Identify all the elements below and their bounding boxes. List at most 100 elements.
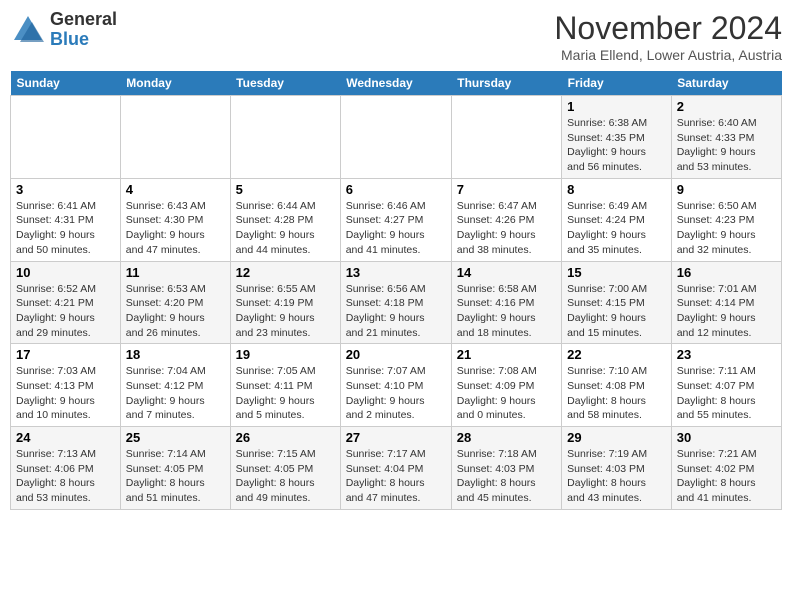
- location-subtitle: Maria Ellend, Lower Austria, Austria: [554, 47, 782, 63]
- calendar-table: SundayMondayTuesdayWednesdayThursdayFrid…: [10, 71, 782, 510]
- day-number: 19: [236, 347, 335, 362]
- logo-line2: Blue: [50, 30, 117, 50]
- week-row-2: 3 Sunrise: 6:41 AM Sunset: 4:31 PM Daylig…: [11, 178, 782, 261]
- day-number: 18: [126, 347, 225, 362]
- day-info: Sunrise: 6:44 AM Sunset: 4:28 PM Dayligh…: [236, 199, 335, 258]
- day-number: 3: [16, 182, 115, 197]
- day-number: 24: [16, 430, 115, 445]
- calendar-cell: 24 Sunrise: 7:13 AM Sunset: 4:06 PM Dayli…: [11, 427, 121, 510]
- calendar-cell: 12 Sunrise: 6:55 AM Sunset: 4:19 PM Dayli…: [230, 261, 340, 344]
- day-info: Sunrise: 6:40 AM Sunset: 4:33 PM Dayligh…: [677, 116, 776, 175]
- day-info: Sunrise: 6:58 AM Sunset: 4:16 PM Dayligh…: [457, 282, 556, 341]
- day-number: 16: [677, 265, 776, 280]
- day-info: Sunrise: 6:49 AM Sunset: 4:24 PM Dayligh…: [567, 199, 666, 258]
- day-info: Sunrise: 6:56 AM Sunset: 4:18 PM Dayligh…: [346, 282, 446, 341]
- weekday-header-wednesday: Wednesday: [340, 71, 451, 96]
- calendar-cell: 23 Sunrise: 7:11 AM Sunset: 4:07 PM Dayli…: [671, 344, 781, 427]
- calendar-cell: 22 Sunrise: 7:10 AM Sunset: 4:08 PM Dayli…: [562, 344, 672, 427]
- day-number: 26: [236, 430, 335, 445]
- day-number: 10: [16, 265, 115, 280]
- weekday-header-row: SundayMondayTuesdayWednesdayThursdayFrid…: [11, 71, 782, 96]
- calendar-cell: [340, 96, 451, 179]
- day-number: 25: [126, 430, 225, 445]
- day-number: 2: [677, 99, 776, 114]
- calendar-cell: 30 Sunrise: 7:21 AM Sunset: 4:02 PM Dayli…: [671, 427, 781, 510]
- day-number: 9: [677, 182, 776, 197]
- day-info: Sunrise: 6:47 AM Sunset: 4:26 PM Dayligh…: [457, 199, 556, 258]
- day-number: 22: [567, 347, 666, 362]
- calendar-cell: 25 Sunrise: 7:14 AM Sunset: 4:05 PM Dayli…: [120, 427, 230, 510]
- weekday-header-sunday: Sunday: [11, 71, 121, 96]
- day-info: Sunrise: 6:53 AM Sunset: 4:20 PM Dayligh…: [126, 282, 225, 341]
- calendar-cell: 13 Sunrise: 6:56 AM Sunset: 4:18 PM Dayli…: [340, 261, 451, 344]
- day-number: 21: [457, 347, 556, 362]
- calendar-cell: 17 Sunrise: 7:03 AM Sunset: 4:13 PM Dayli…: [11, 344, 121, 427]
- day-info: Sunrise: 7:03 AM Sunset: 4:13 PM Dayligh…: [16, 364, 115, 423]
- day-number: 30: [677, 430, 776, 445]
- day-info: Sunrise: 7:04 AM Sunset: 4:12 PM Dayligh…: [126, 364, 225, 423]
- calendar-cell: 7 Sunrise: 6:47 AM Sunset: 4:26 PM Daylig…: [451, 178, 561, 261]
- day-info: Sunrise: 6:52 AM Sunset: 4:21 PM Dayligh…: [16, 282, 115, 341]
- calendar-cell: 2 Sunrise: 6:40 AM Sunset: 4:33 PM Daylig…: [671, 96, 781, 179]
- day-info: Sunrise: 7:05 AM Sunset: 4:11 PM Dayligh…: [236, 364, 335, 423]
- week-row-1: 1 Sunrise: 6:38 AM Sunset: 4:35 PM Daylig…: [11, 96, 782, 179]
- day-info: Sunrise: 7:18 AM Sunset: 4:03 PM Dayligh…: [457, 447, 556, 506]
- calendar-cell: 9Sunrise: 6:50 AM Sunset: 4:23 PM Daylig…: [671, 178, 781, 261]
- day-info: Sunrise: 7:21 AM Sunset: 4:02 PM Dayligh…: [677, 447, 776, 506]
- calendar-cell: 29 Sunrise: 7:19 AM Sunset: 4:03 PM Dayli…: [562, 427, 672, 510]
- calendar-cell: 5Sunrise: 6:44 AM Sunset: 4:28 PM Daylig…: [230, 178, 340, 261]
- day-info: Sunrise: 6:38 AM Sunset: 4:35 PM Dayligh…: [567, 116, 666, 175]
- day-info: Sunrise: 7:00 AM Sunset: 4:15 PM Dayligh…: [567, 282, 666, 341]
- calendar-cell: 20Sunrise: 7:07 AM Sunset: 4:10 PM Dayli…: [340, 344, 451, 427]
- weekday-header-monday: Monday: [120, 71, 230, 96]
- day-info: Sunrise: 7:10 AM Sunset: 4:08 PM Dayligh…: [567, 364, 666, 423]
- calendar-cell: 3 Sunrise: 6:41 AM Sunset: 4:31 PM Daylig…: [11, 178, 121, 261]
- week-row-5: 24 Sunrise: 7:13 AM Sunset: 4:06 PM Dayli…: [11, 427, 782, 510]
- calendar-cell: 4 Sunrise: 6:43 AM Sunset: 4:30 PM Daylig…: [120, 178, 230, 261]
- day-info: Sunrise: 7:13 AM Sunset: 4:06 PM Dayligh…: [16, 447, 115, 506]
- day-info: Sunrise: 7:11 AM Sunset: 4:07 PM Dayligh…: [677, 364, 776, 423]
- calendar-cell: 1 Sunrise: 6:38 AM Sunset: 4:35 PM Daylig…: [562, 96, 672, 179]
- day-info: Sunrise: 7:08 AM Sunset: 4:09 PM Dayligh…: [457, 364, 556, 423]
- day-info: Sunrise: 6:46 AM Sunset: 4:27 PM Dayligh…: [346, 199, 446, 258]
- calendar-cell: [120, 96, 230, 179]
- day-info: Sunrise: 6:43 AM Sunset: 4:30 PM Dayligh…: [126, 199, 225, 258]
- title-section: November 2024 Maria Ellend, Lower Austri…: [554, 10, 782, 63]
- weekday-header-thursday: Thursday: [451, 71, 561, 96]
- day-number: 28: [457, 430, 556, 445]
- calendar-cell: 15 Sunrise: 7:00 AM Sunset: 4:15 PM Dayli…: [562, 261, 672, 344]
- page-header: General Blue November 2024 Maria Ellend,…: [10, 10, 782, 63]
- calendar-cell: 18 Sunrise: 7:04 AM Sunset: 4:12 PM Dayli…: [120, 344, 230, 427]
- day-number: 12: [236, 265, 335, 280]
- day-number: 23: [677, 347, 776, 362]
- day-number: 14: [457, 265, 556, 280]
- calendar-cell: 27Sunrise: 7:17 AM Sunset: 4:04 PM Dayli…: [340, 427, 451, 510]
- day-number: 4: [126, 182, 225, 197]
- calendar-cell: 14 Sunrise: 6:58 AM Sunset: 4:16 PM Dayli…: [451, 261, 561, 344]
- calendar-cell: [451, 96, 561, 179]
- calendar-cell: [230, 96, 340, 179]
- day-number: 29: [567, 430, 666, 445]
- calendar-cell: 8 Sunrise: 6:49 AM Sunset: 4:24 PM Daylig…: [562, 178, 672, 261]
- day-info: Sunrise: 7:15 AM Sunset: 4:05 PM Dayligh…: [236, 447, 335, 506]
- day-info: Sunrise: 7:01 AM Sunset: 4:14 PM Dayligh…: [677, 282, 776, 341]
- day-number: 8: [567, 182, 666, 197]
- calendar-cell: 11Sunrise: 6:53 AM Sunset: 4:20 PM Dayli…: [120, 261, 230, 344]
- day-number: 17: [16, 347, 115, 362]
- day-info: Sunrise: 6:55 AM Sunset: 4:19 PM Dayligh…: [236, 282, 335, 341]
- calendar-cell: 19 Sunrise: 7:05 AM Sunset: 4:11 PM Dayli…: [230, 344, 340, 427]
- day-number: 13: [346, 265, 446, 280]
- calendar-cell: [11, 96, 121, 179]
- day-info: Sunrise: 6:41 AM Sunset: 4:31 PM Dayligh…: [16, 199, 115, 258]
- day-number: 1: [567, 99, 666, 114]
- day-number: 7: [457, 182, 556, 197]
- day-info: Sunrise: 7:19 AM Sunset: 4:03 PM Dayligh…: [567, 447, 666, 506]
- day-info: Sunrise: 7:14 AM Sunset: 4:05 PM Dayligh…: [126, 447, 225, 506]
- day-number: 15: [567, 265, 666, 280]
- month-title: November 2024: [554, 10, 782, 47]
- weekday-header-tuesday: Tuesday: [230, 71, 340, 96]
- week-row-3: 10 Sunrise: 6:52 AM Sunset: 4:21 PM Dayli…: [11, 261, 782, 344]
- logo-general: General: [50, 9, 117, 29]
- day-number: 27: [346, 430, 446, 445]
- week-row-4: 17 Sunrise: 7:03 AM Sunset: 4:13 PM Dayli…: [11, 344, 782, 427]
